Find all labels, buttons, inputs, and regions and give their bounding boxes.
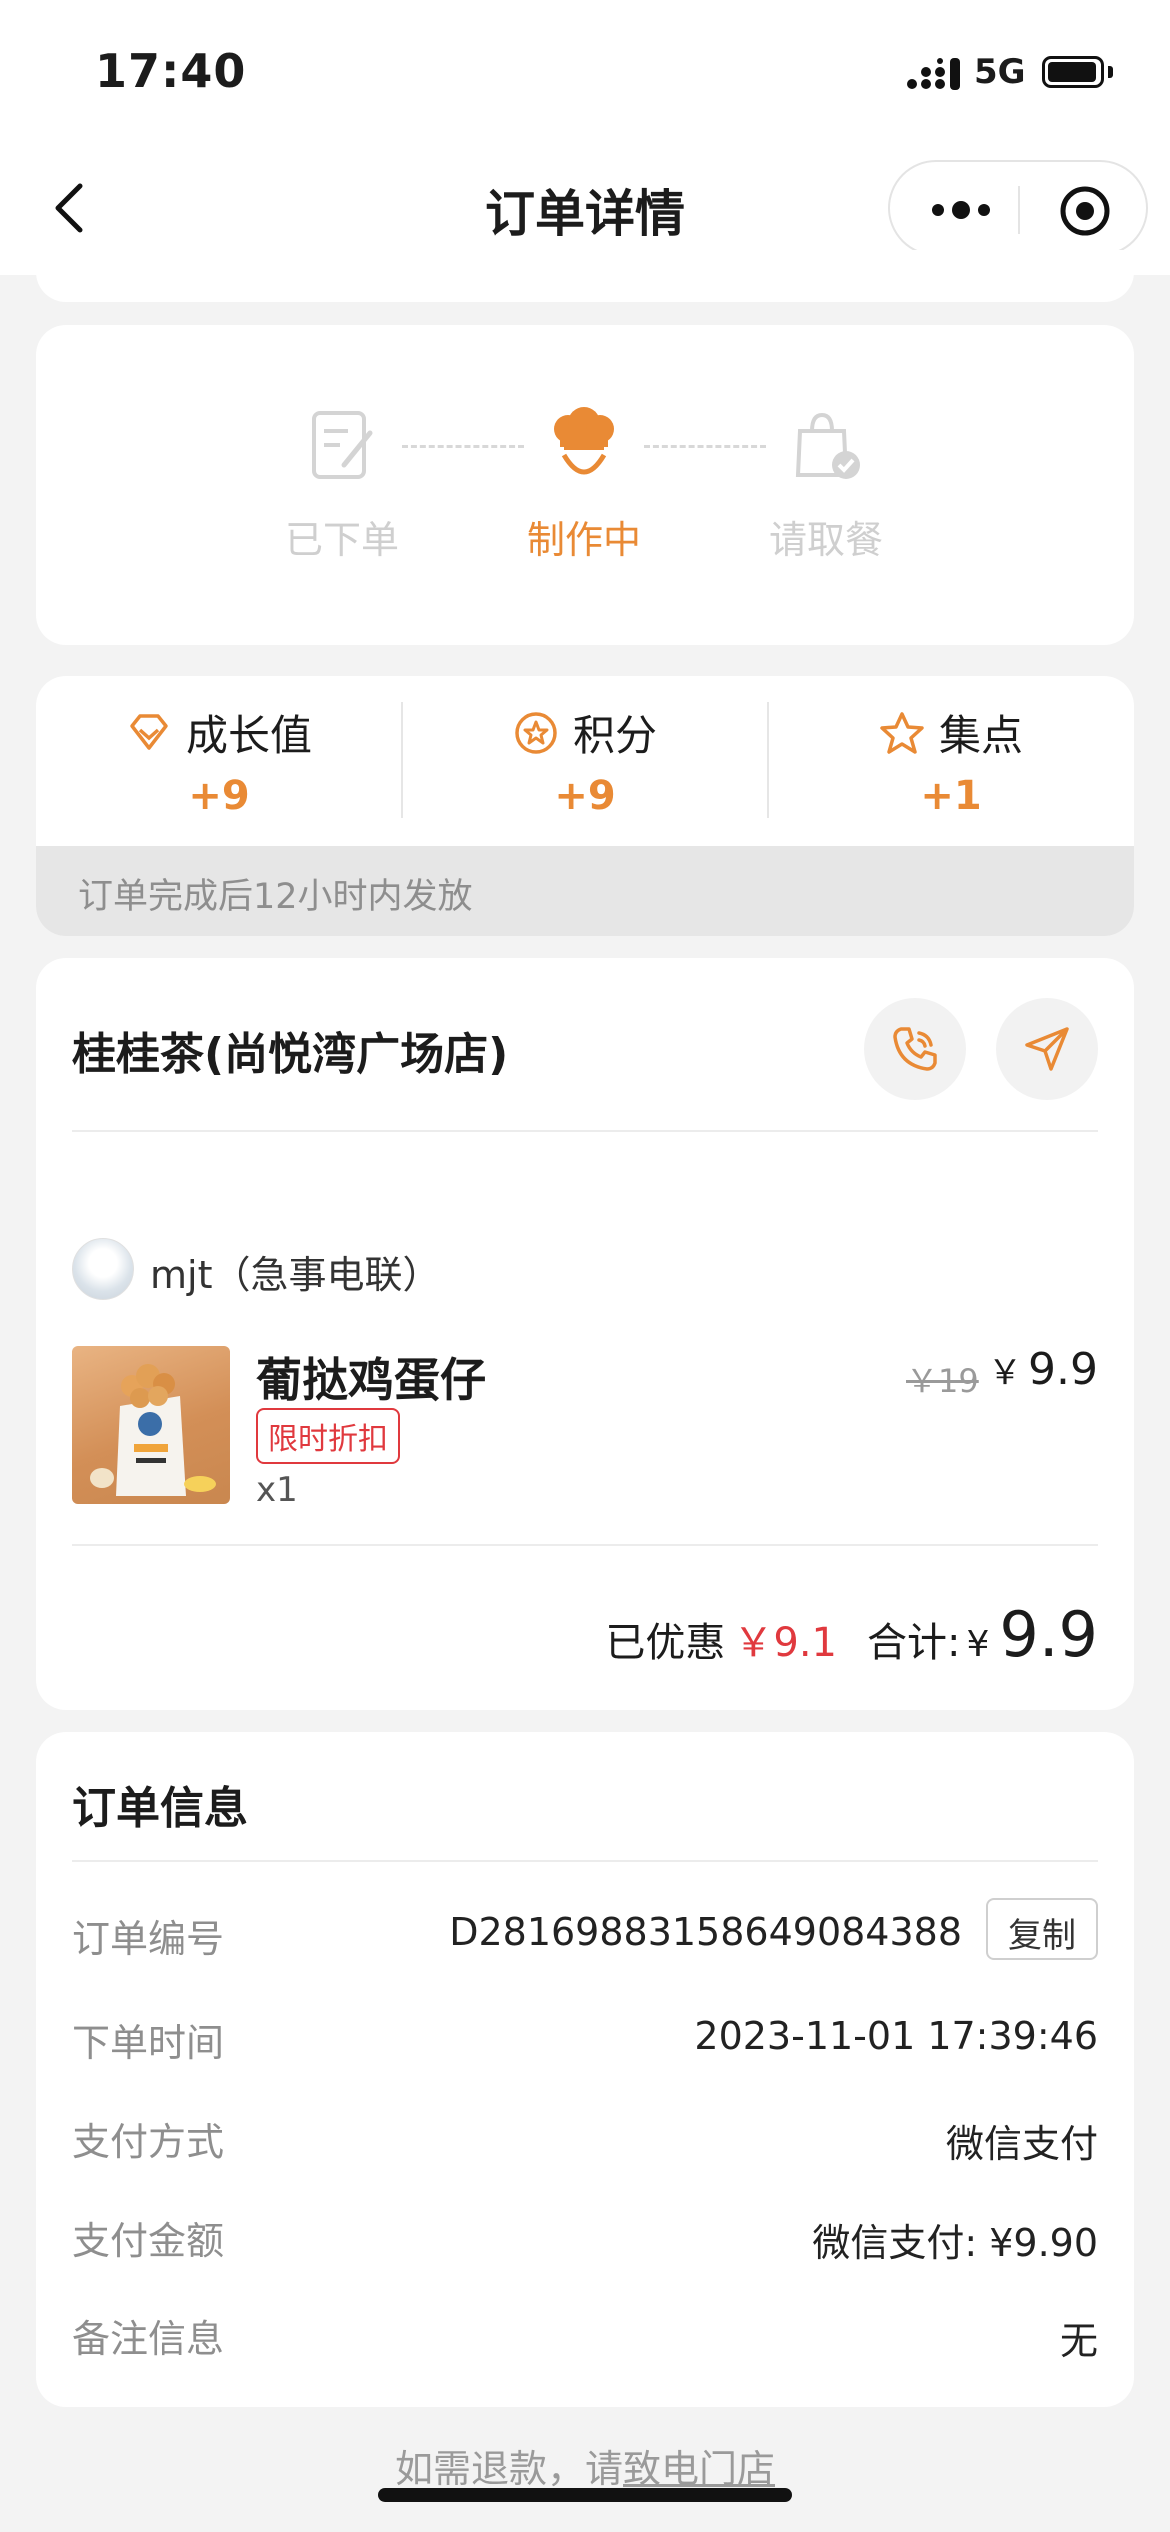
discount-amount: ￥9.1 xyxy=(733,1620,837,1666)
reward-label: 成长值 xyxy=(185,711,312,760)
step-label: 请取餐 xyxy=(768,518,883,562)
reward-value: +1 xyxy=(920,773,982,819)
status-time: 17:40 xyxy=(95,44,247,98)
info-label: 支付方式 xyxy=(72,2120,225,2164)
status-bar: 17:40 5G xyxy=(0,0,1170,140)
rewards-card: 成长值 +9 积分 +9 集点 +1 订单完成后12小时内发放 xyxy=(36,676,1134,936)
mini-program-capsule xyxy=(888,160,1148,256)
price-value: 9.9 xyxy=(1028,1344,1098,1395)
store-name[interactable]: 桂桂茶(尚悦湾广场店) xyxy=(72,1018,508,1082)
order-totals: 已优惠 ￥9.1 合计: ¥ 9.9 xyxy=(605,1598,1098,1671)
call-store-link[interactable]: 致电门店 xyxy=(623,2447,775,2491)
user-name: mjt（急事电联） xyxy=(150,1253,441,1297)
step-pickup: 请取餐 xyxy=(726,403,926,564)
order-time-row: 下单时间 2023-11-01 17:39:46 xyxy=(72,2002,1098,2066)
total-label: 合计: xyxy=(867,1620,961,1666)
call-store-button[interactable] xyxy=(864,998,966,1100)
avatar xyxy=(72,1238,134,1300)
reward-growth: 成长值 +9 xyxy=(36,702,402,819)
diamond-icon xyxy=(130,713,168,750)
previous-card-edge xyxy=(36,250,1134,302)
reward-value: +9 xyxy=(188,773,250,819)
reward-label: 积分 xyxy=(572,711,657,760)
step-making: 制作中 xyxy=(484,403,684,564)
reward-points: 积分 +9 xyxy=(402,702,768,819)
info-value: 2023-11-01 17:39:46 xyxy=(694,2014,1098,2058)
order-note-icon xyxy=(312,411,373,479)
discount-tag: 限时折扣 xyxy=(256,1408,400,1464)
home-indicator[interactable] xyxy=(378,2488,792,2502)
cellular-signal-icon xyxy=(907,58,960,90)
reward-value: +9 xyxy=(554,773,616,819)
refund-prefix: 如需退款，请 xyxy=(394,2447,623,2491)
order-info-card: 订单信息 订单编号 D28169883158649084388 复制 下单时间 … xyxy=(36,1732,1134,2407)
original-price: ￥19 xyxy=(906,1362,979,1400)
product-name: 葡挞鸡蛋仔 xyxy=(256,1353,486,1407)
battery-cap xyxy=(1108,66,1113,78)
payment-amount-row: 支付金额 微信支付: ¥9.90 xyxy=(72,2200,1098,2265)
order-number-row: 订单编号 D28169883158649084388 复制 xyxy=(72,1898,1098,1962)
product-image xyxy=(72,1346,230,1504)
info-label: 下单时间 xyxy=(72,2021,225,2065)
total-currency: ¥ xyxy=(966,1624,990,1665)
product-quantity: x1 xyxy=(256,1470,298,1510)
order-number: D28169883158649084388 xyxy=(449,1910,962,1954)
network-type: 5G xyxy=(974,52,1026,92)
navigate-store-button[interactable] xyxy=(996,998,1098,1100)
capsule-divider xyxy=(1018,186,1020,234)
chef-hat-icon xyxy=(554,407,614,475)
reward-note: 订单完成后12小时内发放 xyxy=(36,846,1134,936)
reward-label: 集点 xyxy=(938,711,1023,760)
remarks-row: 备注信息 无 xyxy=(72,2298,1098,2363)
copy-button[interactable]: 复制 xyxy=(986,1898,1098,1960)
info-title: 订单信息 xyxy=(72,1783,248,1834)
order-progress-card: 已下单 制作中 请取餐 xyxy=(36,325,1134,645)
step-ordered: 已下单 xyxy=(242,403,442,564)
info-value: 无 xyxy=(1059,2319,1098,2363)
reward-stamps: 集点 +1 xyxy=(768,702,1134,819)
info-value: 微信支付: ¥9.90 xyxy=(812,2221,1098,2265)
product-price: ￥ 9.9 xyxy=(988,1344,1098,1395)
step-label: 已下单 xyxy=(284,518,399,562)
currency-symbol: ￥ xyxy=(988,1353,1023,1393)
pickup-bag-icon xyxy=(795,412,860,479)
phone-icon xyxy=(893,1027,937,1071)
total-amount: 9.9 xyxy=(999,1598,1098,1671)
info-label: 备注信息 xyxy=(72,2317,225,2361)
refund-hint: 如需退款，请致电门店 xyxy=(0,2438,1170,2493)
info-label: 支付金额 xyxy=(72,2219,225,2263)
info-label: 订单编号 xyxy=(72,1917,225,1961)
more-dots-icon[interactable] xyxy=(926,192,996,228)
egg-waffle-box-icon xyxy=(90,1364,216,1496)
close-target-icon[interactable] xyxy=(1058,184,1112,238)
battery-icon xyxy=(1042,56,1104,88)
divider xyxy=(72,1130,1098,1132)
star-outline-icon xyxy=(880,711,924,754)
discount-label: 已优惠 xyxy=(605,1620,726,1666)
info-value: 微信支付 xyxy=(945,2122,1098,2166)
payment-method-row: 支付方式 微信支付 xyxy=(72,2101,1098,2166)
navigation-arrow-icon xyxy=(1025,1027,1069,1071)
points-star-circle-icon xyxy=(515,711,557,754)
order-items-card: 桂桂茶(尚悦湾广场店) mjt（急事电联） 葡挞鸡蛋仔 限时折扣 x1 ￥19 … xyxy=(36,958,1134,1710)
step-label: 制作中 xyxy=(526,518,641,562)
divider xyxy=(72,1860,1098,1862)
divider xyxy=(72,1544,1098,1546)
